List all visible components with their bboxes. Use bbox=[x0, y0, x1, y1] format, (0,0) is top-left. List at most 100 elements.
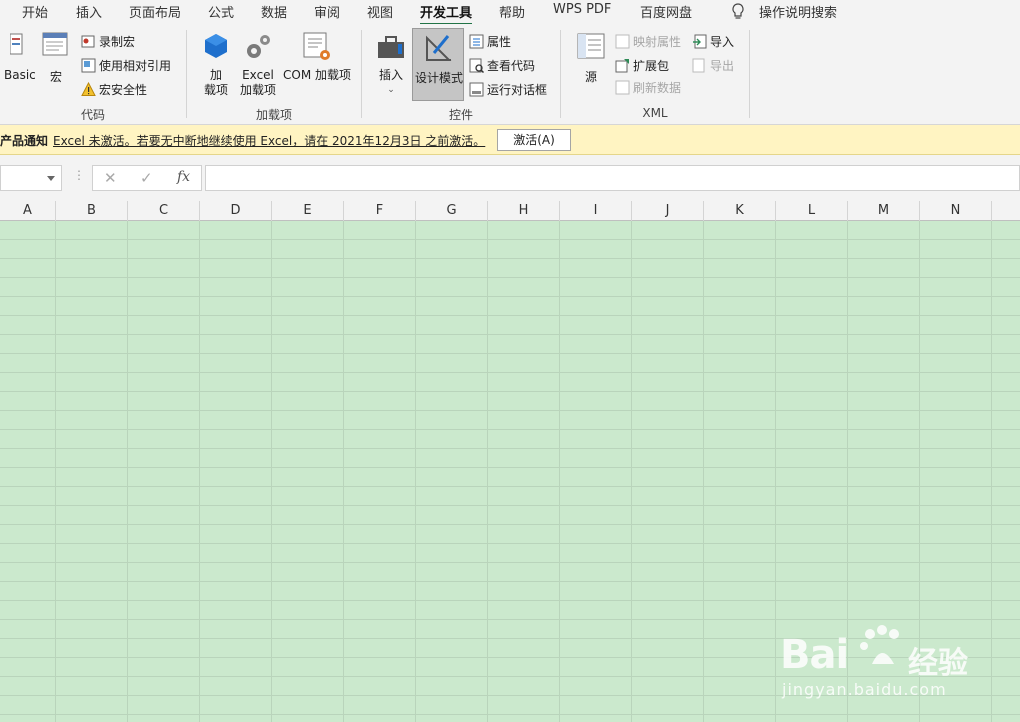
xml-export-button[interactable]: 导出 bbox=[692, 55, 734, 75]
lightbulb-icon bbox=[731, 3, 745, 25]
column-header-l[interactable]: L bbox=[776, 201, 848, 221]
xml-source-button[interactable]: 源 bbox=[574, 32, 608, 85]
paw-icon bbox=[858, 624, 906, 676]
grid-row-line bbox=[0, 429, 1020, 430]
export-icon bbox=[692, 58, 705, 72]
grid-row-line bbox=[0, 543, 1020, 544]
column-header-b[interactable]: B bbox=[56, 201, 128, 221]
grid-row-line bbox=[0, 239, 1020, 240]
xml-source-icon bbox=[577, 33, 605, 59]
tab-home[interactable]: 开始 bbox=[22, 2, 48, 21]
chevron-down-icon: ⌄ bbox=[387, 85, 395, 95]
tell-me-search[interactable]: 操作说明搜索 bbox=[759, 2, 837, 21]
grid-row-line bbox=[0, 486, 1020, 487]
macro-security-button[interactable]: 宏安全性 bbox=[81, 79, 147, 99]
grid-row-line bbox=[0, 391, 1020, 392]
map-properties-button[interactable]: 映射属性 bbox=[615, 31, 681, 51]
view-code-button[interactable]: 查看代码 bbox=[469, 55, 535, 75]
grid-row-line bbox=[0, 524, 1020, 525]
properties-icon bbox=[469, 34, 484, 48]
column-header-n[interactable]: N bbox=[920, 201, 992, 221]
activate-button[interactable]: 激活(A) bbox=[497, 129, 571, 151]
ribbon-panel: Basic 宏 录制宏 使用相对引用 宏安全性 代码 加 载项 Excel 加载… bbox=[0, 24, 1020, 125]
column-header-g[interactable]: G bbox=[416, 201, 488, 221]
tab-page-layout[interactable]: 页面布局 bbox=[129, 2, 181, 21]
tab-baidu-netdisk[interactable]: 百度网盘 bbox=[640, 2, 692, 21]
run-dialog-icon bbox=[469, 82, 484, 96]
column-header-m[interactable]: M bbox=[848, 201, 920, 221]
refresh-data-icon bbox=[615, 80, 630, 94]
baidu-watermark: Bai 经验 jingyan.baidu.com bbox=[780, 610, 980, 705]
visual-basic-icon bbox=[9, 33, 23, 55]
toolbox-icon bbox=[378, 36, 404, 58]
visual-basic-button[interactable]: Basic bbox=[0, 30, 36, 83]
grid-row-line bbox=[0, 505, 1020, 506]
import-icon bbox=[693, 34, 707, 48]
column-header-d[interactable]: D bbox=[200, 201, 272, 221]
group-separator bbox=[186, 30, 187, 118]
notice-title: 产品通知 bbox=[0, 134, 49, 148]
group-separator bbox=[361, 30, 362, 118]
xml-import-button[interactable]: 导入 bbox=[692, 31, 734, 51]
group-separator bbox=[749, 30, 750, 118]
gear-icon bbox=[247, 35, 270, 58]
tab-insert[interactable]: 插入 bbox=[76, 2, 102, 21]
insert-control-button[interactable]: 插入 ⌄ bbox=[374, 32, 408, 98]
column-header-j[interactable]: J bbox=[632, 201, 704, 221]
com-add-ins-icon bbox=[303, 32, 330, 60]
expansion-packs-button[interactable]: 扩展包 bbox=[615, 55, 669, 75]
refresh-data-button[interactable]: 刷新数据 bbox=[615, 77, 681, 97]
add-ins-cube-icon bbox=[205, 34, 227, 58]
dropdown-arrow-icon[interactable] bbox=[47, 176, 55, 181]
tab-review[interactable]: 审阅 bbox=[314, 2, 340, 21]
column-header-h[interactable]: H bbox=[488, 201, 560, 221]
properties-button[interactable]: 属性 bbox=[469, 31, 511, 51]
watermark-brand: Bai bbox=[780, 632, 849, 678]
group-separator bbox=[560, 30, 561, 118]
grid-row-line bbox=[0, 448, 1020, 449]
insert-function-icon[interactable]: fx bbox=[177, 169, 190, 185]
grid-row-line bbox=[0, 581, 1020, 582]
com-add-ins-button[interactable]: COM 加载项 bbox=[281, 32, 353, 83]
column-header-c[interactable]: C bbox=[128, 201, 200, 221]
formula-input[interactable] bbox=[205, 165, 1020, 191]
tab-wps-pdf[interactable]: WPS PDF bbox=[553, 2, 611, 17]
grid-row-line bbox=[0, 258, 1020, 259]
record-macro-icon bbox=[81, 35, 95, 47]
excel-add-ins-button[interactable]: Excel 加载项 bbox=[238, 32, 278, 98]
formula-bar-grip[interactable]: ⋮ bbox=[73, 168, 85, 182]
grid-row-line bbox=[0, 315, 1020, 316]
watermark-url: jingyan.baidu.com bbox=[782, 680, 947, 699]
group-label-controls: 控件 bbox=[448, 108, 473, 122]
column-header-e[interactable]: E bbox=[272, 201, 344, 221]
ribbon-tab-bar: 开始 插入 页面布局 公式 数据 审阅 视图 开发工具 帮助 WPS PDF 百… bbox=[0, 0, 1020, 26]
tab-formulas[interactable]: 公式 bbox=[208, 2, 234, 21]
grid-row-line bbox=[0, 277, 1020, 278]
tab-view[interactable]: 视图 bbox=[367, 2, 393, 21]
cancel-icon[interactable]: ✕ bbox=[104, 169, 117, 187]
grid-row-line bbox=[0, 353, 1020, 354]
run-dialog-button[interactable]: 运行对话框 bbox=[469, 79, 547, 99]
record-macro-button[interactable]: 录制宏 bbox=[81, 31, 135, 51]
macros-button[interactable]: 宏 bbox=[40, 30, 72, 85]
tab-data[interactable]: 数据 bbox=[261, 2, 287, 21]
name-box[interactable] bbox=[0, 165, 62, 191]
tab-developer[interactable]: 开发工具 bbox=[420, 2, 473, 26]
use-relative-references-button[interactable]: 使用相对引用 bbox=[81, 55, 171, 75]
tab-help[interactable]: 帮助 bbox=[499, 2, 525, 21]
formula-controls: ✕ ✓ fx bbox=[92, 165, 202, 191]
expansion-packs-icon bbox=[615, 58, 629, 72]
column-header-a[interactable]: A bbox=[0, 201, 56, 221]
column-header-f[interactable]: F bbox=[344, 201, 416, 221]
enter-icon[interactable]: ✓ bbox=[140, 169, 153, 187]
design-mode-icon bbox=[426, 35, 452, 61]
grid-row-line bbox=[0, 714, 1020, 715]
column-header-k[interactable]: K bbox=[704, 201, 776, 221]
column-header-i[interactable]: I bbox=[560, 201, 632, 221]
notice-message-link[interactable]: Excel 未激活。若要无中断地继续使用 Excel，请在 2021年12月3日… bbox=[53, 132, 485, 149]
grid-row-line bbox=[0, 334, 1020, 335]
product-notice-bar: 产品通知 Excel 未激活。若要无中断地继续使用 Excel，请在 2021年… bbox=[0, 125, 1020, 155]
add-ins-button[interactable]: 加 载项 bbox=[200, 32, 232, 98]
relative-reference-icon bbox=[81, 58, 96, 72]
design-mode-button[interactable]: 设计模式 bbox=[412, 28, 464, 101]
